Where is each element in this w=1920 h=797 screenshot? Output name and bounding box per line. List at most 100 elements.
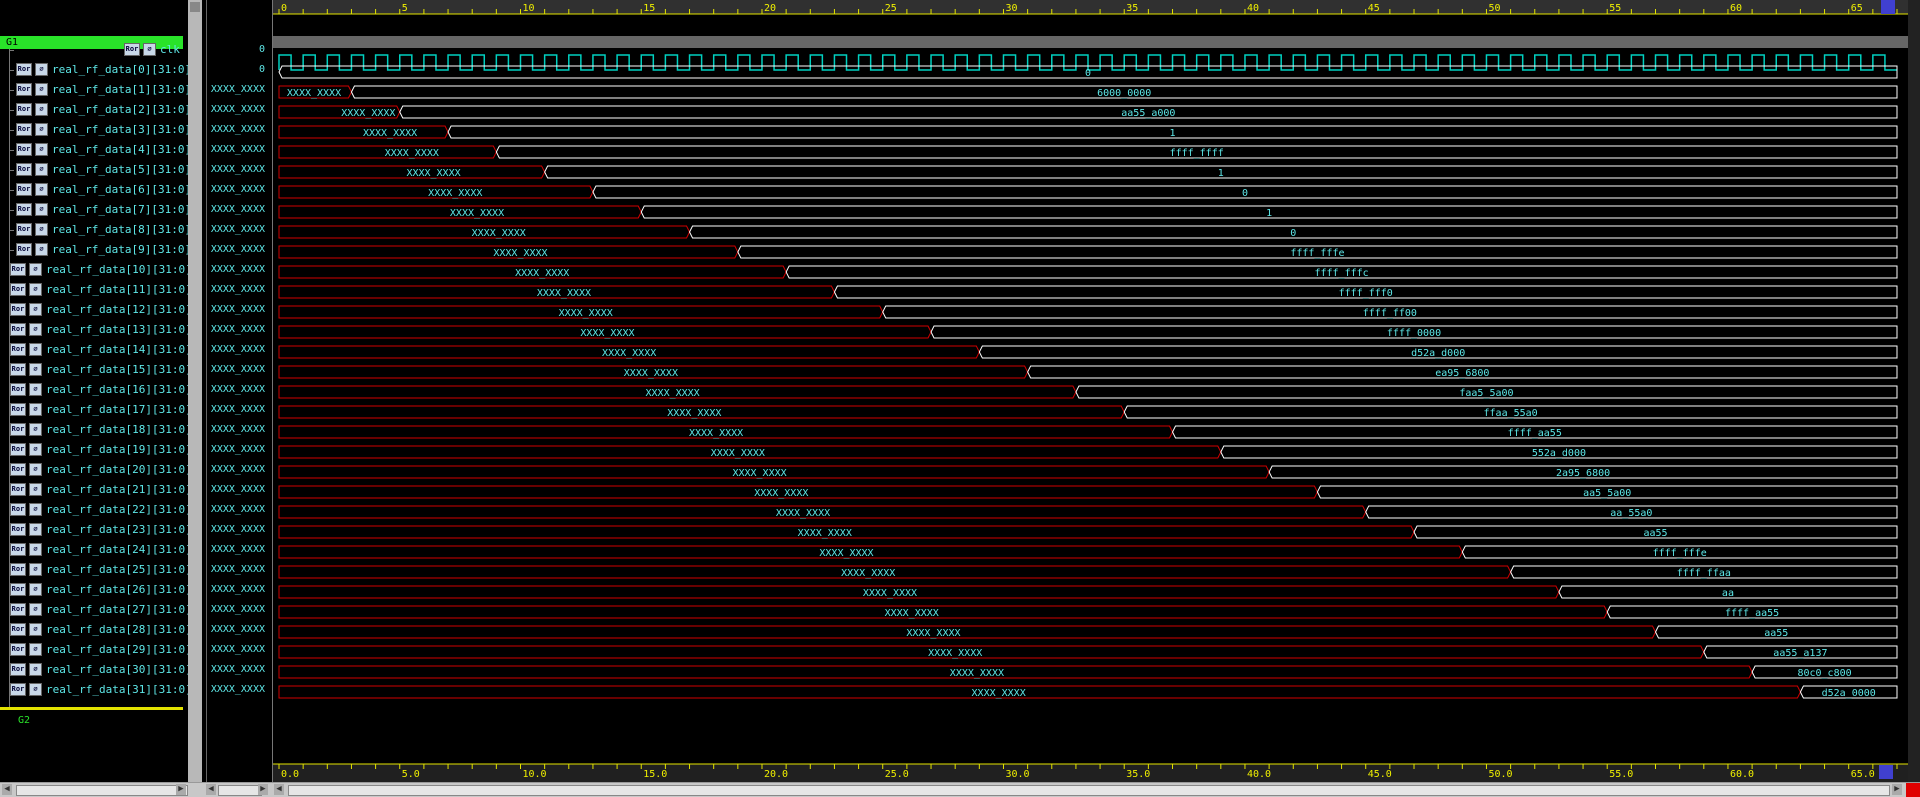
radix-format-icon[interactable]: Ror <box>10 423 26 436</box>
signal-type-icon[interactable]: ∅ <box>35 243 48 256</box>
radix-format-icon[interactable]: Ror <box>10 643 26 656</box>
top-ruler[interactable] <box>273 0 1909 14</box>
signal-row-8[interactable]: Ror ∅ real_rf_data[8][31:0] <box>0 220 188 240</box>
scroll-right-icon[interactable]: ▶ <box>176 784 186 795</box>
signal-type-icon[interactable]: ∅ <box>35 143 48 156</box>
horizontal-scrollbar[interactable]: ◀ ▶ ◀ ▶ ◀ ▶ <box>0 782 1920 797</box>
signal-row-11[interactable]: Ror ∅ real_rf_data[11][31:0] <box>0 280 188 300</box>
signal-type-icon[interactable]: ∅ <box>29 683 42 696</box>
radix-format-icon[interactable]: Ror <box>10 303 26 316</box>
radix-format-icon[interactable]: Ror <box>10 483 26 496</box>
signal-type-icon[interactable]: ∅ <box>29 263 42 276</box>
radix-format-icon[interactable]: Ror <box>10 683 26 696</box>
radix-format-icon[interactable]: Ror <box>10 663 26 676</box>
signal-row-4[interactable]: Ror ∅ real_rf_data[4][31:0] <box>0 140 188 160</box>
radix-format-icon[interactable]: Ror <box>16 103 32 116</box>
wave-scroll-track[interactable] <box>288 785 1890 796</box>
signal-row-19[interactable]: Ror ∅ real_rf_data[19][31:0] <box>0 440 188 460</box>
signal-row-15[interactable]: Ror ∅ real_rf_data[15][31:0] <box>0 360 188 380</box>
signal-row-31[interactable]: Ror ∅ real_rf_data[31][31:0] <box>0 680 188 700</box>
signal-type-icon[interactable]: ∅ <box>35 203 48 216</box>
signal-type-icon[interactable]: ∅ <box>35 183 48 196</box>
signal-type-icon[interactable]: ∅ <box>29 503 42 516</box>
radix-format-icon[interactable]: Ror <box>16 123 32 136</box>
signal-row-1[interactable]: Ror ∅ real_rf_data[1][31:0] <box>0 80 188 100</box>
radix-format-icon[interactable]: Ror <box>10 623 26 636</box>
signal-row-9[interactable]: Ror ∅ real_rf_data[9][31:0] <box>0 240 188 260</box>
signal-type-icon[interactable]: ∅ <box>29 663 42 676</box>
signal-type-icon[interactable]: ∅ <box>143 43 156 56</box>
signal-scroll-track[interactable] <box>16 785 188 796</box>
signal-type-icon[interactable]: ∅ <box>29 363 42 376</box>
signal-row-20[interactable]: Ror ∅ real_rf_data[20][31:0] <box>0 460 188 480</box>
radix-format-icon[interactable]: Ror <box>10 463 26 476</box>
signal-row-2[interactable]: Ror ∅ real_rf_data[2][31:0] <box>0 100 188 120</box>
wave-scroll-right-icon[interactable]: ▶ <box>1892 784 1902 795</box>
radix-format-icon[interactable]: Ror <box>16 203 32 216</box>
wave-scroll-left-icon[interactable]: ◀ <box>274 784 284 795</box>
group-g2-label[interactable]: G2 <box>18 715 30 726</box>
unknown-bus-segment[interactable] <box>278 625 1657 639</box>
value-scroll-track[interactable] <box>218 785 262 796</box>
radix-format-icon[interactable]: Ror <box>10 563 26 576</box>
radix-format-icon[interactable]: Ror <box>10 523 26 536</box>
signal-list-scrollbar[interactable] <box>188 0 202 782</box>
signal-type-icon[interactable]: ∅ <box>29 583 42 596</box>
signal-row-27[interactable]: Ror ∅ real_rf_data[27][31:0] <box>0 600 188 620</box>
signal-type-icon[interactable]: ∅ <box>29 323 42 336</box>
radix-format-icon[interactable]: Ror <box>10 363 26 376</box>
signal-type-icon[interactable]: ∅ <box>35 163 48 176</box>
bottom-ruler[interactable] <box>273 764 1909 782</box>
signal-row-26[interactable]: Ror ∅ real_rf_data[26][31:0] <box>0 580 188 600</box>
signal-type-icon[interactable]: ∅ <box>29 283 42 296</box>
signal-type-icon[interactable]: ∅ <box>29 623 42 636</box>
signal-row-3[interactable]: Ror ∅ real_rf_data[3][31:0] <box>0 120 188 140</box>
bottom-cursor-marker[interactable] <box>1879 765 1893 779</box>
radix-format-icon[interactable]: Ror <box>10 403 26 416</box>
signal-type-icon[interactable]: ∅ <box>29 303 42 316</box>
signal-type-icon[interactable]: ∅ <box>29 443 42 456</box>
radix-format-icon[interactable]: Ror <box>16 83 32 96</box>
radix-format-icon[interactable]: Ror <box>10 503 26 516</box>
signal-type-icon[interactable]: ∅ <box>29 463 42 476</box>
signal-type-icon[interactable]: ∅ <box>29 563 42 576</box>
signal-row-28[interactable]: Ror ∅ real_rf_data[28][31:0] <box>0 620 188 640</box>
signal-type-icon[interactable]: ∅ <box>29 643 42 656</box>
signal-row-23[interactable]: Ror ∅ real_rf_data[23][31:0] <box>0 520 188 540</box>
signal-row-18[interactable]: Ror ∅ real_rf_data[18][31:0] <box>0 420 188 440</box>
radix-format-icon[interactable]: Ror <box>16 183 32 196</box>
scroll-left-icon[interactable]: ◀ <box>2 784 12 795</box>
signal-row-25[interactable]: Ror ∅ real_rf_data[25][31:0] <box>0 560 188 580</box>
signal-row-12[interactable]: Ror ∅ real_rf_data[12][31:0] <box>0 300 188 320</box>
signal-row-24[interactable]: Ror ∅ real_rf_data[24][31:0] <box>0 540 188 560</box>
signal-type-icon[interactable]: ∅ <box>35 63 48 76</box>
signal-type-icon[interactable]: ∅ <box>35 103 48 116</box>
radix-format-icon[interactable]: Ror <box>10 343 26 356</box>
radix-format-icon[interactable]: Ror <box>16 223 32 236</box>
signal-type-icon[interactable]: ∅ <box>29 543 42 556</box>
signal-type-icon[interactable]: ∅ <box>29 523 42 536</box>
signal-row-10[interactable]: Ror ∅ real_rf_data[10][31:0] <box>0 260 188 280</box>
signal-type-icon[interactable]: ∅ <box>35 223 48 236</box>
unknown-bus-segment[interactable] <box>278 585 1560 599</box>
unknown-bus-segment[interactable] <box>278 665 1753 679</box>
signal-row-17[interactable]: Ror ∅ real_rf_data[17][31:0] <box>0 400 188 420</box>
radix-format-icon[interactable]: Ror <box>10 583 26 596</box>
unknown-bus-segment[interactable] <box>278 645 1705 659</box>
radix-format-icon[interactable]: Ror <box>10 323 26 336</box>
value-scroll-right-icon[interactable]: ▶ <box>258 784 268 795</box>
radix-format-icon[interactable]: Ror <box>10 603 26 616</box>
signal-row-22[interactable]: Ror ∅ real_rf_data[22][31:0] <box>0 500 188 520</box>
radix-format-icon[interactable]: Ror <box>16 243 32 256</box>
radix-format-icon[interactable]: Ror <box>10 283 26 296</box>
radix-format-icon[interactable]: Ror <box>16 63 32 76</box>
radix-format-icon[interactable]: Ror <box>124 43 140 56</box>
signal-type-icon[interactable]: ∅ <box>35 83 48 96</box>
radix-format-icon[interactable]: Ror <box>10 443 26 456</box>
radix-format-icon[interactable]: Ror <box>10 383 26 396</box>
radix-format-icon[interactable]: Ror <box>10 263 26 276</box>
waveform-canvas[interactable]: 0 5 10 15 20 25 30 35 40 45 50 55 60 650XXXX_XXXX 6000… <box>273 0 1909 782</box>
radix-format-icon[interactable]: Ror <box>16 163 32 176</box>
signal-row-16[interactable]: Ror ∅ real_rf_data[16][31:0] <box>0 380 188 400</box>
radix-format-icon[interactable]: Ror <box>10 543 26 556</box>
